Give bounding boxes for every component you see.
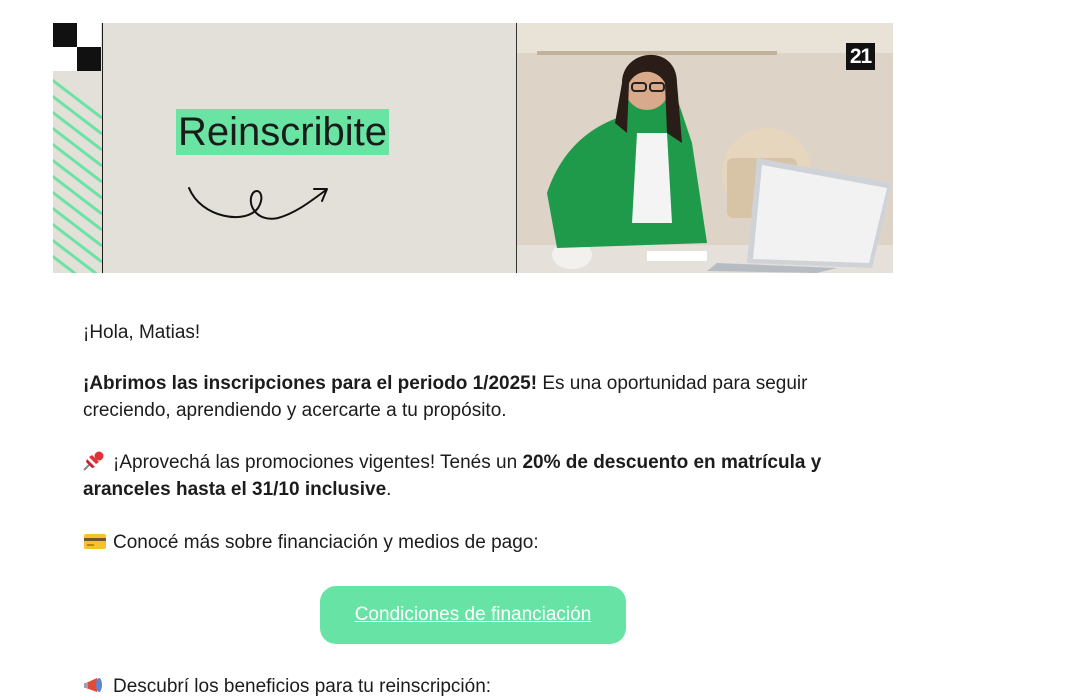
header-banner: Reinscribite 21 xyxy=(53,23,893,273)
brand-logo: 21 xyxy=(846,43,875,70)
benefits-paragraph: Descubrí los beneficios para tu reinscri… xyxy=(83,673,491,700)
megaphone-icon xyxy=(84,678,102,692)
intro-bold: ¡Abrimos las inscripciones para el perio… xyxy=(83,373,538,394)
pushpin-icon xyxy=(83,451,104,471)
banner-left-panel: Reinscribite xyxy=(53,23,516,273)
financing-conditions-button[interactable]: Condiciones de financiación xyxy=(320,586,626,644)
greeting: ¡Hola, Matias! xyxy=(83,322,201,343)
intro-paragraph: ¡Abrimos las inscripciones para el perio… xyxy=(83,370,843,424)
promo-paragraph: ¡Aprovechá las promociones vigentes! Ten… xyxy=(83,449,843,503)
benefits-text: Descubrí los beneficios para tu reinscri… xyxy=(113,676,492,697)
promo-text: ¡Aprovechá las promociones vigentes! Ten… xyxy=(113,452,523,473)
promo-end: . xyxy=(386,479,392,500)
credit-card-icon xyxy=(84,534,106,549)
banner-divider xyxy=(102,23,103,273)
financing-paragraph: Conocé más sobre financiación y medios d… xyxy=(83,529,539,556)
photo-illustration xyxy=(517,23,893,273)
decorative-stripes xyxy=(53,23,102,273)
banner-title: Reinscribite xyxy=(176,109,389,155)
curly-arrow-icon xyxy=(188,187,328,220)
financing-text: Conocé más sobre financiación y medios d… xyxy=(113,532,539,553)
banner-photo: 21 xyxy=(516,23,893,273)
